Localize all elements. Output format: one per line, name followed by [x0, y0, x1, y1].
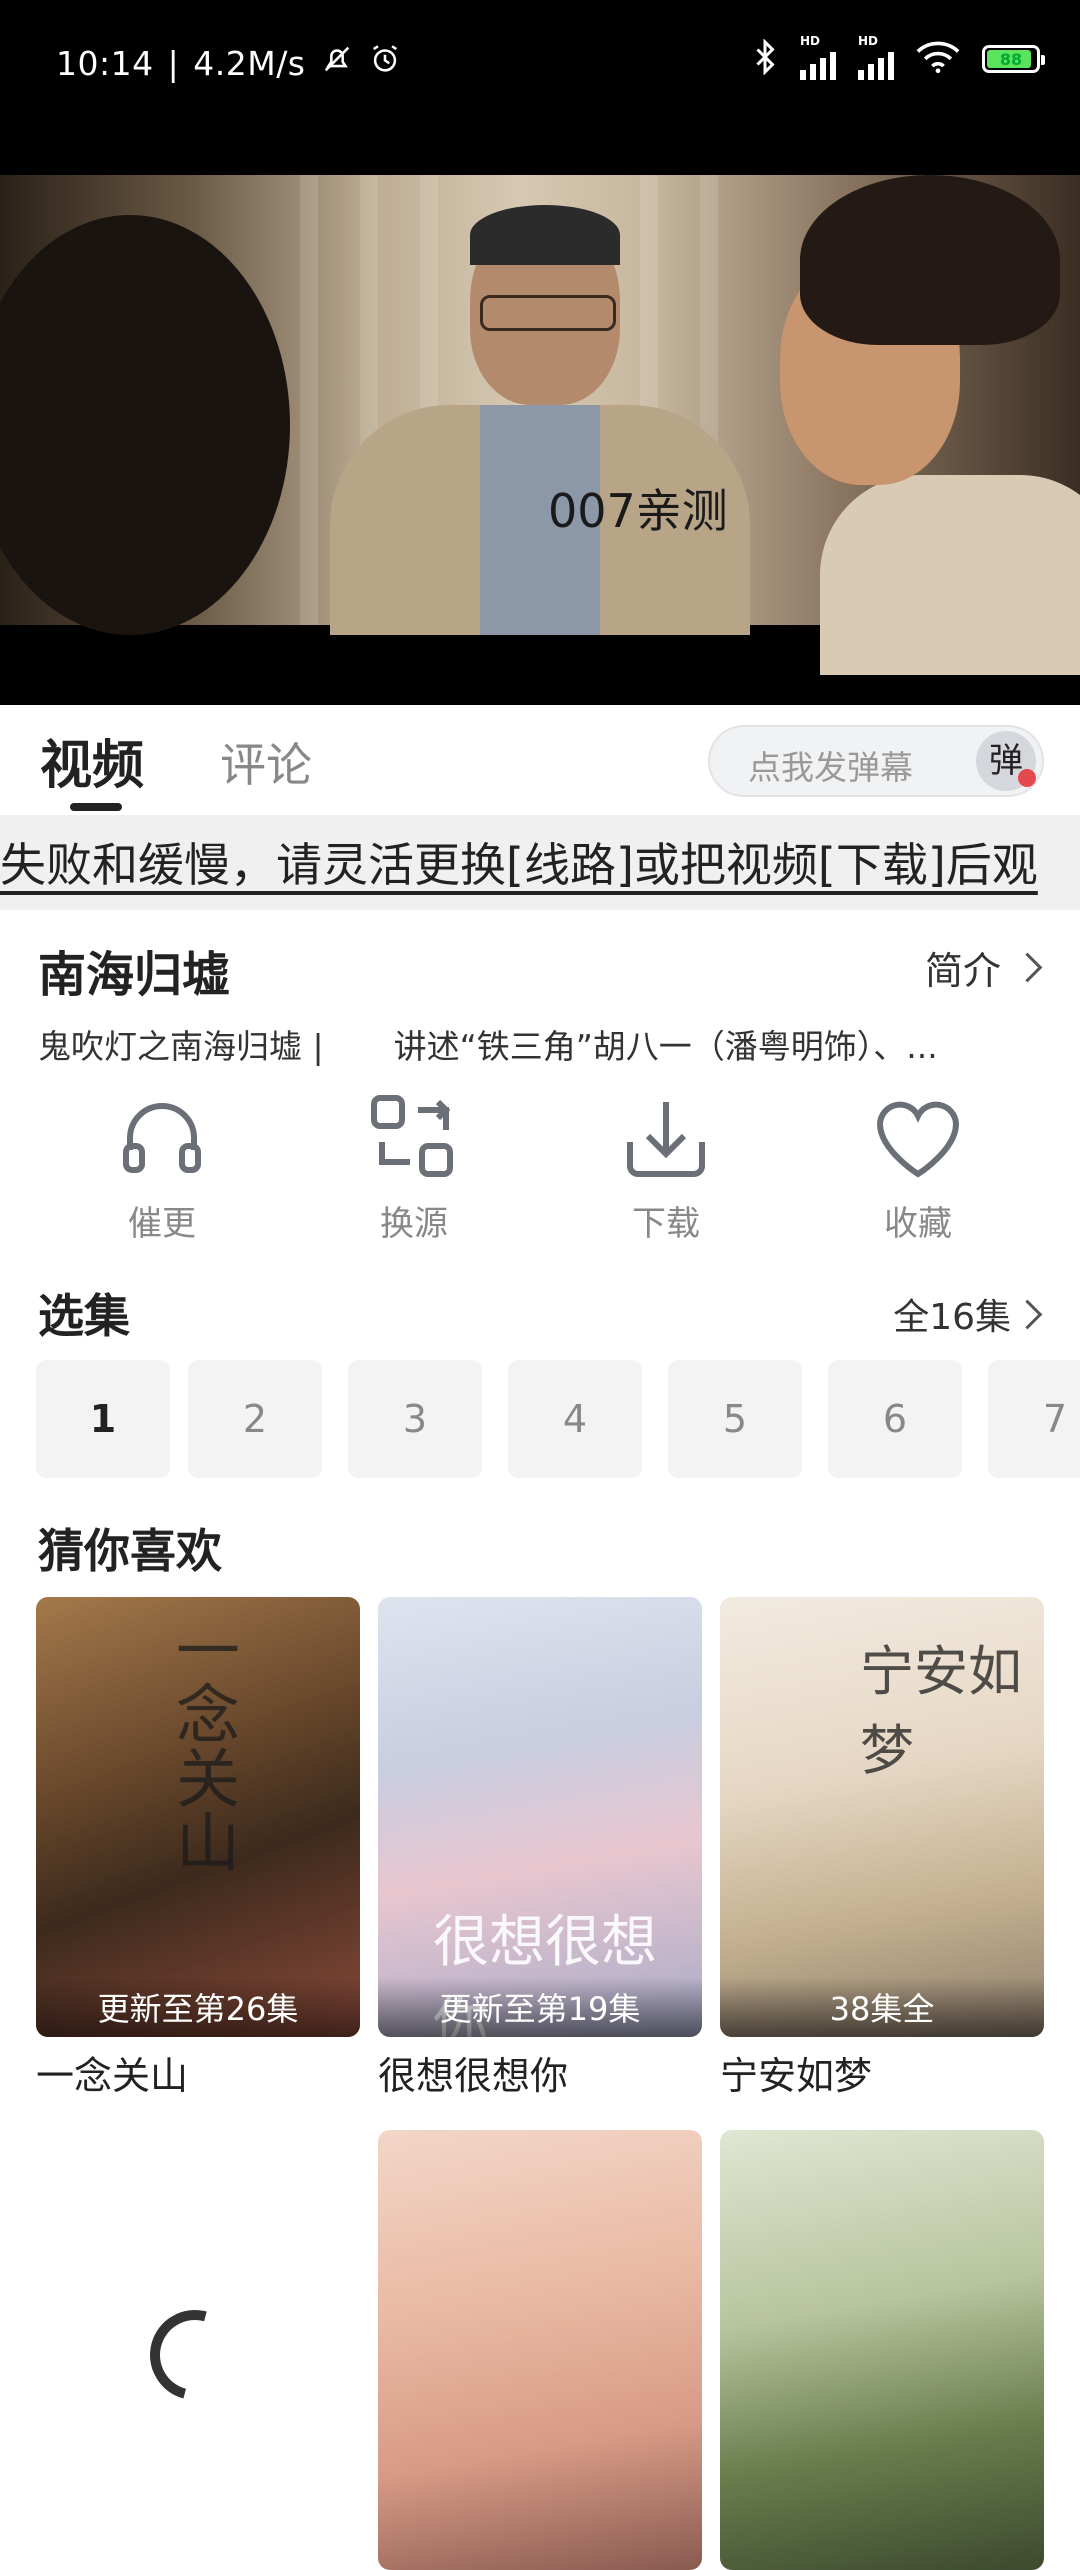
- episode-item[interactable]: 3: [348, 1360, 482, 1478]
- tab-comments[interactable]: 评论: [220, 729, 312, 795]
- switch-source-label: 换源: [380, 1204, 448, 1244]
- recommend-name: 很想很想你: [378, 2054, 569, 2098]
- video-player[interactable]: 007亲测: [0, 175, 1080, 705]
- episode-item[interactable]: 7: [988, 1360, 1080, 1478]
- download-label: 下载: [632, 1204, 700, 1244]
- show-title: 南海归墟: [38, 947, 231, 1003]
- urge-update-button[interactable]: 催更: [82, 1090, 242, 1245]
- all-episodes-label: 全16集: [893, 1297, 1011, 1338]
- intro-label: 简介: [924, 949, 1001, 993]
- download-icon: [627, 1102, 705, 1177]
- poster-image: 宁安如梦 38集全: [720, 1597, 1044, 2037]
- danmu-input[interactable]: 点我发弹幕 弹: [708, 725, 1044, 797]
- status-bar: 10:14 | 4.2M/s HD HD 88: [0, 0, 1080, 175]
- urge-update-label: 催更: [128, 1204, 196, 1244]
- recommend-card[interactable]: 很想很想你 更新至第19集 很想很想你: [378, 1597, 702, 2100]
- favorite-label: 收藏: [884, 1204, 952, 1244]
- status-left: 10:14 | 4.2M/s: [56, 42, 402, 84]
- episode-item[interactable]: 6: [828, 1360, 962, 1478]
- video-frame: 007亲测: [0, 175, 1080, 675]
- intro-link[interactable]: 简介: [924, 940, 1043, 995]
- tab-video[interactable]: 视频: [40, 723, 144, 798]
- poster-image: 很想很想你 更新至第19集: [378, 1597, 702, 2037]
- episode-item[interactable]: 5: [668, 1360, 802, 1478]
- episode-item[interactable]: 1: [36, 1360, 170, 1478]
- notice-marquee: 失败和缓慢，请灵活更换[线路]或把视频[下载]后观: [0, 815, 1080, 910]
- mute-icon: [320, 42, 354, 84]
- episode-badge: 更新至第19集: [378, 1977, 702, 2037]
- switch-source-icon: [371, 1095, 453, 1177]
- episodes-title: 选集: [38, 1289, 130, 1343]
- poster-image: [720, 2130, 1044, 2570]
- favorite-button[interactable]: 收藏: [838, 1090, 998, 1245]
- tab-indicator: [70, 803, 122, 811]
- recommend-card[interactable]: 宁安如梦 38集全 宁安如梦: [720, 1597, 1044, 2100]
- download-button[interactable]: 下载: [586, 1090, 746, 1245]
- switch-source-button[interactable]: 换源: [334, 1090, 494, 1245]
- heart-icon: [876, 1101, 960, 1178]
- chevron-right-icon: [1012, 952, 1043, 983]
- danmu-toggle-button[interactable]: 弹: [976, 731, 1036, 791]
- loading-spinner-icon: [133, 2293, 257, 2417]
- recommend-card[interactable]: [378, 2130, 702, 2570]
- danmu-placeholder: 点我发弹幕: [748, 748, 913, 787]
- bluetooth-icon: [752, 38, 778, 79]
- recommend-card[interactable]: [720, 2130, 1044, 2570]
- episode-badge: 38集全: [720, 1977, 1044, 2037]
- recommend-card[interactable]: 一念关山 更新至第26集 一念关山: [36, 1597, 360, 2100]
- detail-tabs: 视频 评论 点我发弹幕 弹: [0, 705, 1080, 815]
- episode-item[interactable]: 4: [508, 1360, 642, 1478]
- status-right: HD HD 88: [752, 34, 1045, 80]
- network-speed: 4.2M/s: [193, 43, 306, 83]
- notice-text: 失败和缓慢，请灵活更换[线路]或把视频[下载]后观: [0, 838, 1038, 892]
- episode-badge: 更新至第26集: [36, 1977, 360, 2037]
- desc-right: 讲述“铁三角”胡八一（潘粤明饰）、...: [393, 1027, 938, 1066]
- desc-left: 鬼吹灯之南海归墟 |: [38, 1027, 324, 1066]
- recommend-title: 猜你喜欢: [38, 1524, 222, 1578]
- wifi-icon: [916, 40, 960, 78]
- action-bar: 催更 换源 下载 收藏: [0, 1090, 1080, 1250]
- status-divider: |: [167, 43, 180, 83]
- all-episodes-link[interactable]: 全16集: [893, 1288, 1043, 1340]
- signal-2-icon: HD: [858, 34, 894, 80]
- recommend-name: 宁安如梦: [720, 2054, 873, 2098]
- chevron-right-icon: [1012, 1299, 1043, 1329]
- battery-icon: 88: [982, 45, 1045, 73]
- danmu-status-dot: [1018, 769, 1036, 787]
- episode-list: 1 2 3 4 5 6 7: [36, 1360, 1080, 1480]
- poster-image: [378, 2130, 702, 2570]
- status-time: 10:14: [56, 43, 154, 83]
- alarm-icon: [368, 42, 402, 84]
- episode-item[interactable]: 2: [188, 1360, 322, 1478]
- recommend-name: 一念关山: [36, 2054, 189, 2098]
- poster-image: 一念关山 更新至第26集: [36, 1597, 360, 2037]
- headphones-icon: [123, 1103, 201, 1173]
- show-description[interactable]: 鬼吹灯之南海归墟 | 讲述“铁三角”胡八一（潘粤明饰）、...: [38, 1020, 1038, 1068]
- video-watermark: 007亲测: [548, 484, 728, 538]
- signal-1-icon: HD: [800, 34, 836, 80]
